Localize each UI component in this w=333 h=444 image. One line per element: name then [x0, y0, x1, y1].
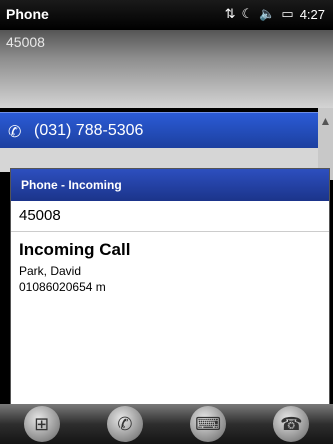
incoming-call-heading: Incoming Call — [19, 240, 131, 259]
app-title: Phone — [6, 6, 49, 22]
keyboard-icon[interactable]: ⌨ — [190, 406, 227, 442]
hangup-icon[interactable]: ☎ — [273, 406, 310, 442]
caller-name: Park, David — [19, 264, 82, 278]
dial-header: 45008 — [0, 30, 333, 108]
match-number: (031) 788-5306 — [34, 122, 144, 139]
clock: 4:27 — [299, 6, 325, 22]
status-bar: Phone ⇅ ☾ 🔈 ▭ 4:27 — [0, 0, 333, 30]
contact-match-row[interactable]: ✆ (031) 788-5306 — [0, 112, 318, 149]
volume-icon: 🔈 — [259, 6, 276, 21]
dialog-title: Phone - Incoming — [11, 169, 329, 201]
scroll-up-icon[interactable]: ▲ — [318, 114, 333, 128]
taskbar: ⊞ ✆ ⌨ ☎ — [0, 404, 333, 444]
dialog-number: 45008 — [11, 201, 329, 232]
status-icons: ⇅ ☾ 🔈 ▭ 4:27 — [225, 6, 325, 22]
signal-arrows-icon: ⇅ — [224, 6, 236, 21]
battery-icon: ▭ — [281, 6, 294, 21]
dialed-number: 45008 — [6, 34, 45, 50]
phone-icon[interactable]: ✆ — [106, 406, 143, 442]
connection-icon: ☾ — [241, 6, 254, 21]
phone-icon: ✆ — [8, 124, 22, 141]
windows-start-icon[interactable]: ⊞ — [23, 406, 60, 442]
incoming-call-dialog: Phone - Incoming 45008 Incoming Call Par… — [10, 168, 330, 410]
caller-number: 01086020654 m — [19, 280, 106, 294]
